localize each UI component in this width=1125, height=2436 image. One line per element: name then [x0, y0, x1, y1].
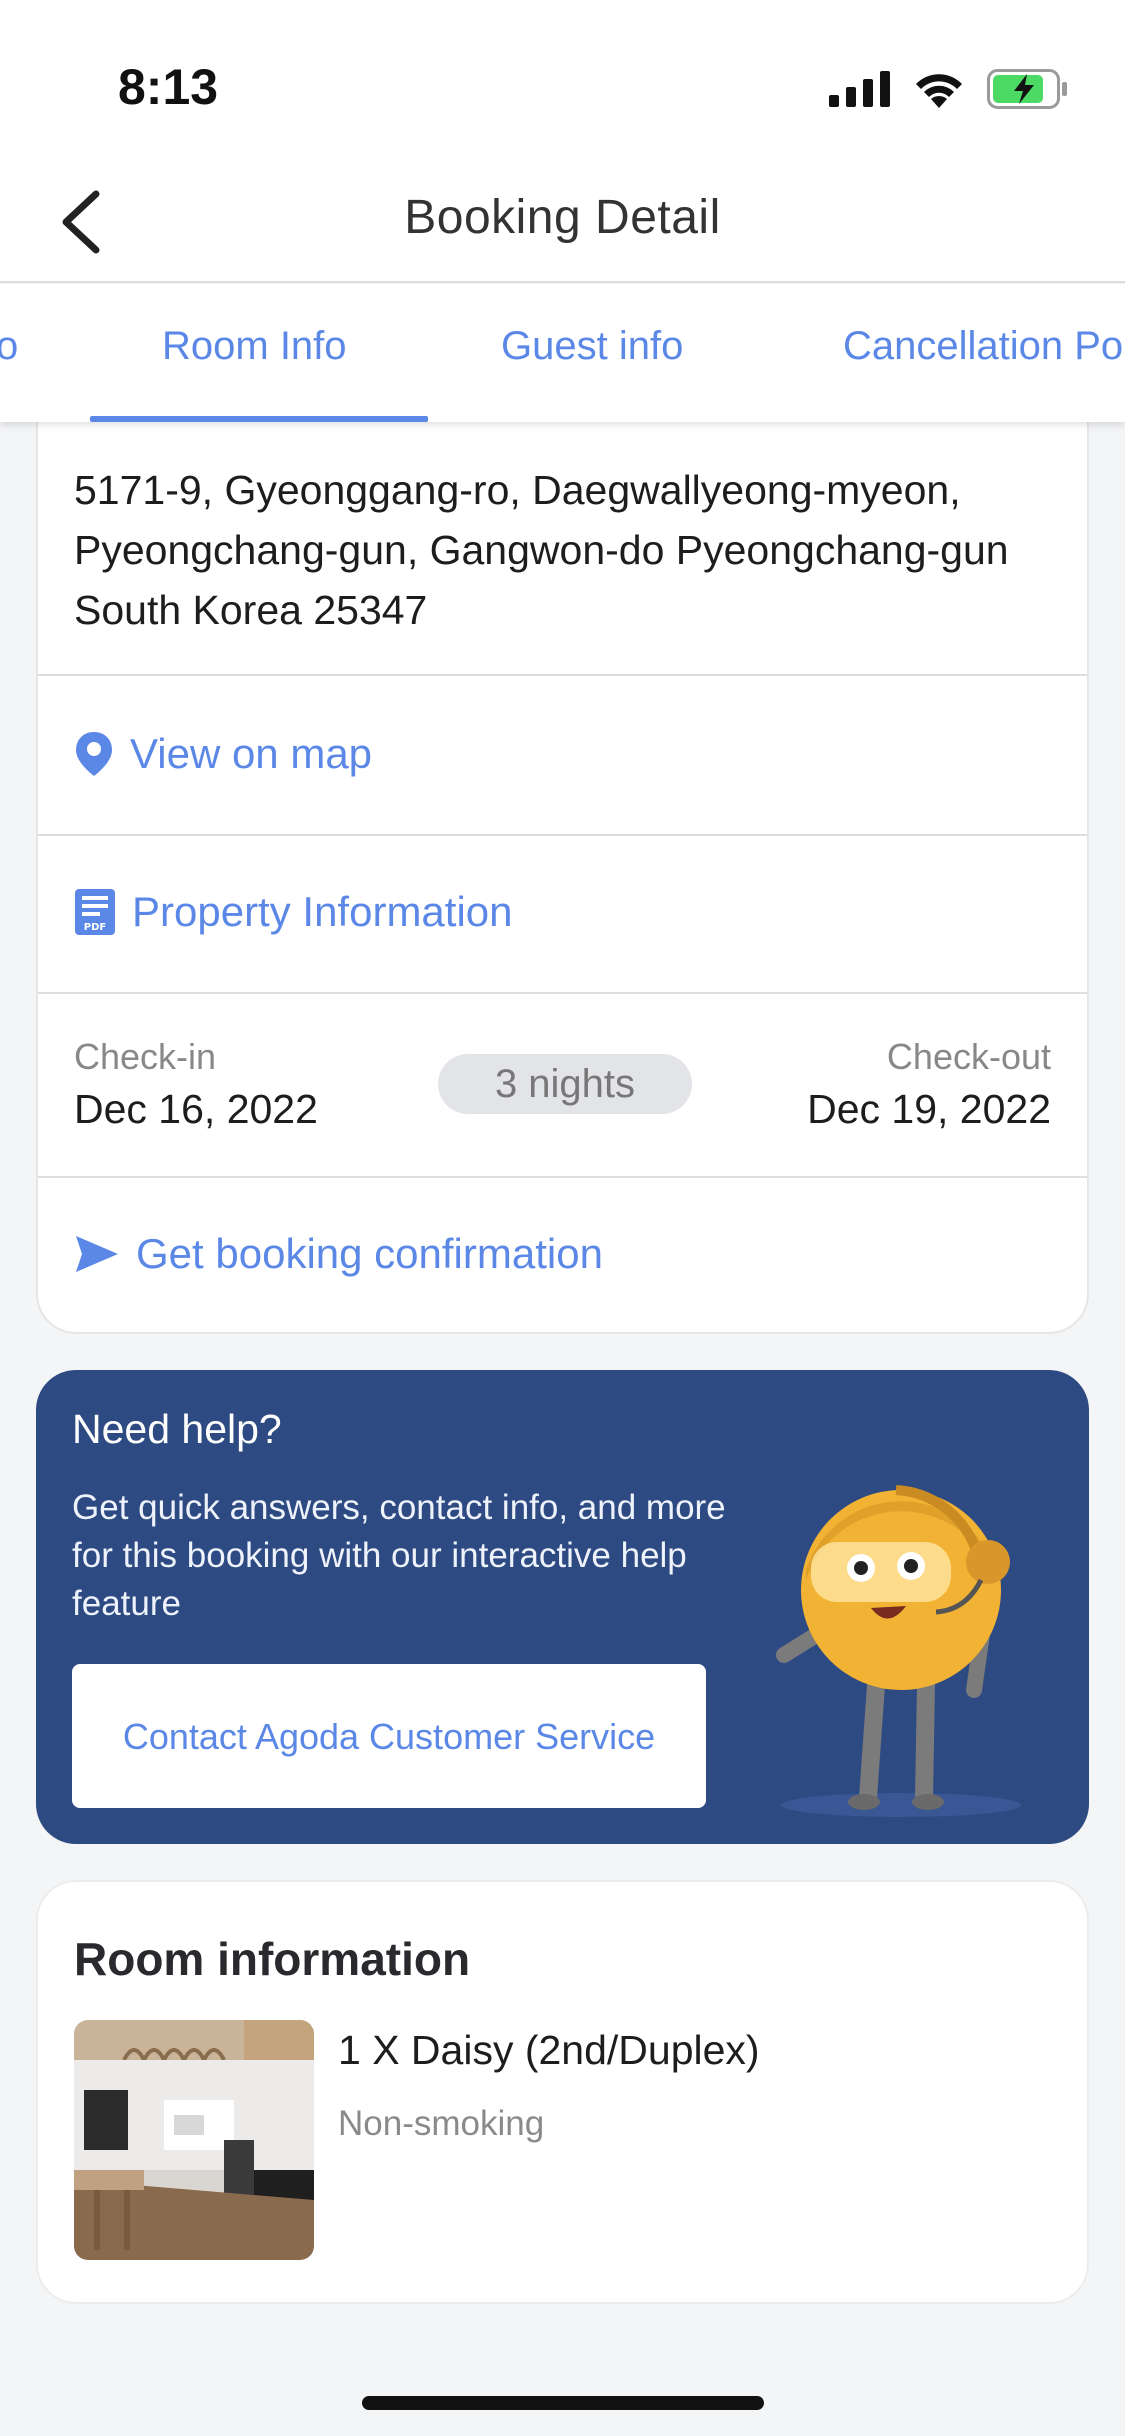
support-mascot-icon — [776, 1485, 1021, 1817]
checkout-label: Check-out — [886, 1036, 1051, 1077]
view-on-map-link[interactable]: View on map — [74, 730, 372, 778]
status-bar: 8:13 — [0, 0, 1125, 160]
status-icons — [829, 64, 1069, 114]
app-header: Booking Detail — [0, 160, 1125, 283]
help-title: Need help? — [72, 1406, 282, 1452]
property-information-link[interactable]: PDF Property Information — [74, 888, 513, 936]
property-address: 5171-9, Gyeonggang-ro, Daegwallyeong-mye… — [74, 467, 1009, 633]
divider — [38, 674, 1087, 676]
room-smoking-policy: Non-smoking — [338, 2104, 545, 2143]
divider — [38, 1176, 1087, 1178]
tab-guest-info[interactable]: Guest info — [501, 324, 683, 369]
signal-icon — [829, 71, 890, 107]
booking-summary-card: 5171-9, Gyeonggang-ro, Daegwallyeong-mye… — [36, 422, 1089, 1334]
divider — [38, 834, 1087, 836]
room-photo[interactable] — [74, 2020, 314, 2260]
active-tab-indicator — [90, 416, 428, 422]
page-title: Booking Detail — [404, 191, 721, 244]
map-pin-icon — [76, 732, 112, 776]
get-booking-confirmation-label: Get booking confirmation — [136, 1230, 603, 1277]
status-time: 8:13 — [118, 59, 219, 115]
tab-room-info[interactable]: Room Info — [162, 324, 347, 369]
contact-customer-service-button[interactable]: Contact Agoda Customer Service — [72, 1664, 706, 1808]
divider — [38, 992, 1087, 994]
view-on-map-label: View on map — [130, 730, 373, 777]
room-information-card: Room information 1 X Daisy (2nd/Duplex) … — [36, 1880, 1089, 2304]
nights-badge: 3 nights — [438, 1054, 692, 1114]
tab-cancellation-policy[interactable]: Cancellation Po — [843, 324, 1123, 369]
wifi-icon — [916, 74, 962, 108]
battery-charging-icon — [987, 69, 1067, 109]
checkin-date: Dec 16, 2022 — [74, 1086, 318, 1132]
home-indicator[interactable] — [362, 2396, 764, 2410]
tab-bar: o Room Info Guest info Cancellation Po — [0, 284, 1125, 422]
tab-overview[interactable]: o — [0, 324, 18, 369]
checkin-label: Check-in — [74, 1036, 217, 1077]
room-photo-image — [74, 2020, 314, 2260]
help-card: Need help? Get quick answers, contact in… — [36, 1370, 1089, 1844]
help-description: Get quick answers, contact info, and mor… — [72, 1488, 726, 1623]
send-icon — [76, 1236, 118, 1272]
room-name: 1 X Daisy (2nd/Duplex) — [338, 2027, 760, 2073]
get-booking-confirmation-link[interactable]: Get booking confirmation — [74, 1230, 603, 1278]
svg-text:PDF: PDF — [84, 922, 106, 933]
property-information-label: Property Information — [132, 888, 513, 935]
pdf-document-icon: PDF — [75, 889, 115, 935]
checkout-date: Dec 19, 2022 — [807, 1086, 1051, 1132]
room-section-title: Room information — [74, 1933, 471, 1985]
